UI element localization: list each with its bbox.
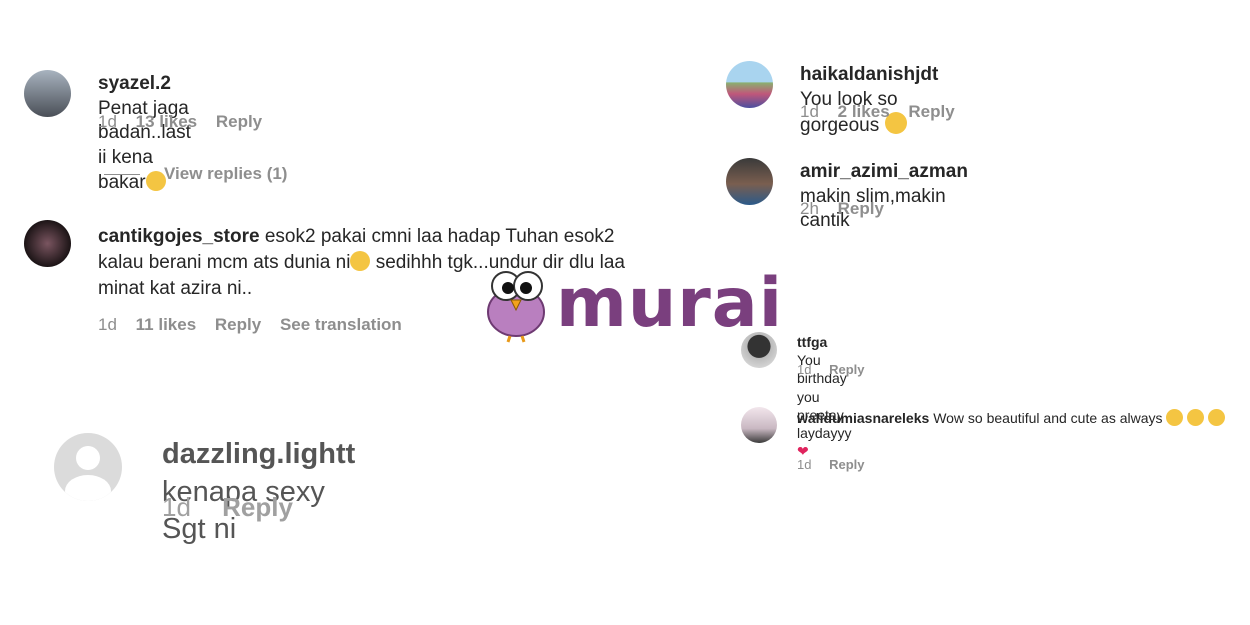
comment-time: 1d <box>98 112 117 131</box>
comment-time: 1d <box>800 102 819 121</box>
comment-username[interactable]: ttfga <box>797 334 827 350</box>
likes-link[interactable]: 11 likes <box>136 315 197 334</box>
comment-time: 1d <box>162 492 191 522</box>
comment-username[interactable]: dazzling.lightt <box>162 438 355 470</box>
likes-link[interactable]: 13 likes <box>136 112 197 131</box>
reply-button[interactable]: Reply <box>908 102 954 121</box>
reply-button[interactable]: Reply <box>216 112 262 131</box>
view-replies-button[interactable]: View replies (1) <box>164 164 287 184</box>
sad-face-icon <box>145 170 166 191</box>
avatar[interactable] <box>726 158 773 205</box>
comment-username[interactable]: haikaldanishjdt <box>800 64 938 85</box>
sad-face-icon <box>350 251 371 272</box>
comment-time: 2h <box>800 199 819 218</box>
avatar[interactable] <box>24 220 71 267</box>
avatar[interactable] <box>726 61 773 108</box>
avatar[interactable] <box>741 407 777 443</box>
murai-logo-text: murai <box>556 264 783 343</box>
comment-username[interactable]: amir_azimi_azman <box>800 161 968 182</box>
reply-button[interactable]: Reply <box>838 199 884 218</box>
comment-username[interactable]: walidumiasnareleks <box>797 410 929 426</box>
smiling-hearts-icon <box>1208 409 1226 426</box>
see-translation-button[interactable]: See translation <box>280 315 402 334</box>
comment-time: 1d <box>797 457 812 472</box>
smiling-hearts-icon <box>1187 409 1205 426</box>
comment-time: 1d <box>98 315 117 334</box>
reply-button[interactable]: Reply <box>215 315 261 334</box>
comment-time: 1d <box>797 362 812 377</box>
default-avatar-icon[interactable] <box>54 433 122 501</box>
likes-link[interactable]: 2 likes <box>838 102 890 121</box>
reply-button[interactable]: Reply <box>829 362 864 377</box>
smiling-hearts-icon <box>1166 409 1184 426</box>
comment-username[interactable]: cantikgojes_store <box>98 226 260 247</box>
murai-watermark: murai <box>484 264 784 350</box>
comment-username[interactable]: syazel.2 <box>98 73 171 94</box>
comment-text: Wow so beautiful and cute as always <box>933 410 1163 426</box>
reply-button[interactable]: Reply <box>829 457 864 472</box>
bird-logo-icon <box>487 271 545 343</box>
replies-divider <box>104 174 140 175</box>
reply-button[interactable]: Reply <box>222 492 293 522</box>
avatar[interactable] <box>24 70 71 117</box>
